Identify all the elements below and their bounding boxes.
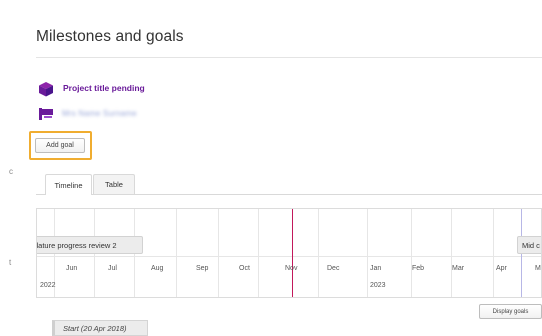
- display-goals-button[interactable]: Display goals: [479, 304, 542, 319]
- month-gridline: [218, 209, 219, 297]
- supervisor-icon: [39, 108, 53, 120]
- side-mark: c: [9, 167, 13, 176]
- supervisor-name[interactable]: Mrs Name Surname: [62, 109, 137, 118]
- today-marker: [292, 209, 293, 297]
- year-label: 2022: [40, 282, 56, 289]
- month-gridline: [367, 209, 368, 297]
- month-label: Jul: [108, 265, 117, 272]
- month-label: Nov: [285, 265, 298, 272]
- event-candidature-review[interactable]: ndidature progress review 2: [37, 236, 143, 254]
- start-marker[interactable]: Start (20 Apr 2018): [52, 320, 148, 336]
- side-mark: t: [9, 258, 12, 267]
- month-label: Jun: [66, 265, 78, 272]
- month-gridline: [411, 209, 412, 297]
- month-label: Jan: [370, 265, 382, 272]
- add-goal-button[interactable]: Add goal: [35, 138, 85, 153]
- tab-timeline[interactable]: Timeline: [45, 174, 92, 195]
- month-label: Oct: [239, 265, 250, 272]
- tabs-divider: [36, 194, 542, 195]
- month-gridline: [451, 209, 452, 297]
- month-label: Dec: [327, 265, 340, 272]
- timeline-view[interactable]: ndidature progress review 2 Mid c Jun Ju…: [36, 208, 542, 298]
- project-title[interactable]: Project title pending: [63, 83, 145, 93]
- month-label: Aug: [151, 265, 164, 272]
- month-label: Sep: [196, 265, 209, 272]
- tab-table[interactable]: Table: [93, 174, 135, 194]
- page-title: Milestones and goals: [36, 28, 184, 45]
- timeline-axis-line: [37, 256, 541, 257]
- month-label: Apr: [496, 265, 507, 272]
- month-gridline: [258, 209, 259, 297]
- year-label: 2023: [370, 282, 386, 289]
- month-label: Mar: [452, 265, 465, 272]
- month-gridline: [176, 209, 177, 297]
- month-label: Feb: [412, 265, 425, 272]
- event-mid-candidature[interactable]: Mid c: [517, 236, 541, 254]
- month-gridline: [318, 209, 319, 297]
- month-gridline: [493, 209, 494, 297]
- project-box-icon: [39, 82, 53, 97]
- month-label: M: [535, 265, 541, 272]
- title-divider: [36, 57, 542, 58]
